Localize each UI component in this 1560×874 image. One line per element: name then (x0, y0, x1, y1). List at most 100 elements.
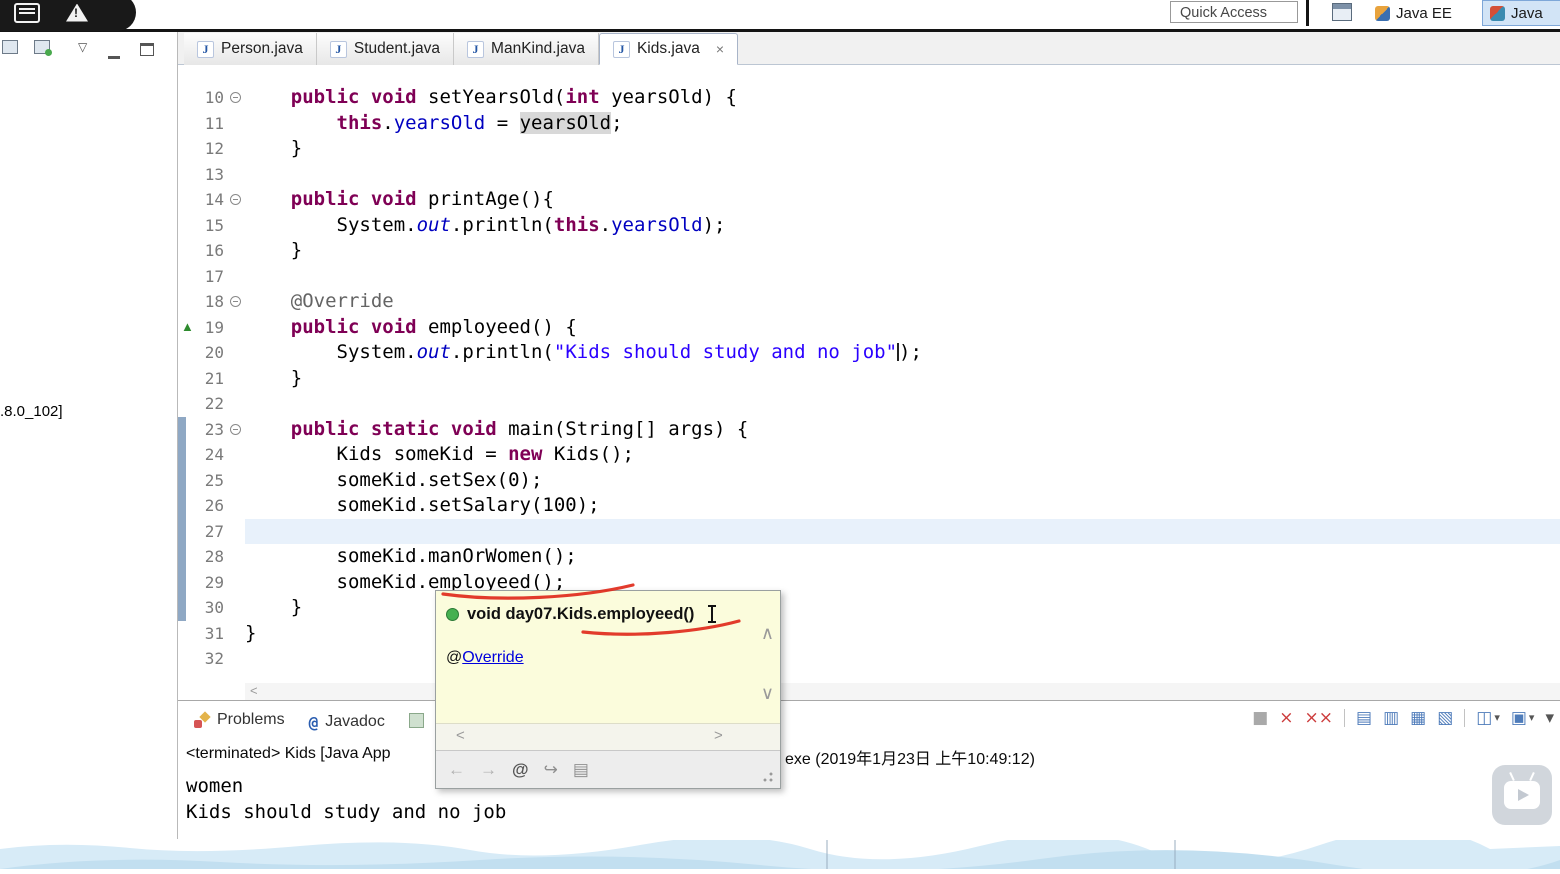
remove-launch-icon[interactable]: × (1279, 708, 1293, 728)
recorder-display-icon[interactable] (14, 2, 40, 23)
scroll-up-icon[interactable]: ∧ (761, 623, 774, 644)
terminate-icon[interactable]: ■ (1252, 708, 1268, 728)
code-lines: 10 public void setYearsOld(int yearsOld)… (178, 85, 1560, 672)
editor-area[interactable]: J Person.java J Student.java J ManKind.java J K… (178, 32, 1560, 700)
code-line-14: 14 public void printAge(){ (178, 187, 1560, 213)
code-line-32: 32 (178, 646, 1560, 672)
view-menu-icon[interactable]: ▾ (1545, 708, 1554, 728)
package-explorer-panel: ▽ .8.0_102] (0, 32, 178, 839)
console-toolbar: ■ × ×× ▤ ▥ ▦ ▧ ◫ ▾ ▣ ▾ ▾ (1252, 708, 1554, 728)
code-text[interactable]: System.out.println(this.yearsOld); (245, 213, 726, 239)
editor-tab-kids-java[interactable]: J Kids.java × (598, 33, 739, 65)
code-text[interactable]: someKid.manOrWomen(); (245, 544, 577, 570)
code-text[interactable]: System.out.println("Kids should study an… (245, 340, 922, 366)
code-text[interactable]: public void setYearsOld(int yearsOld) { (245, 85, 737, 111)
console-tab-declaration[interactable] (397, 703, 436, 737)
line-number: 14 (204, 190, 224, 209)
scroll-right-icon[interactable]: > (714, 727, 723, 744)
resize-grip[interactable] (762, 771, 774, 783)
code-line-29: 29 someKid.employeed(); (178, 569, 1560, 595)
console-tab-javadoc[interactable]: @ Javadoc (297, 705, 397, 739)
fold-collapse-icon[interactable] (230, 423, 241, 435)
code-text[interactable]: Kids someKid = new Kids(); (245, 442, 634, 468)
perspective-java-label: Java (1511, 4, 1543, 22)
forward-icon[interactable]: → (480, 760, 497, 780)
scroll-left-icon[interactable]: < (456, 727, 465, 744)
view-menu-chevron-icon[interactable]: ▽ (78, 40, 87, 54)
code-line-21: 21 } (178, 366, 1560, 392)
perspective-java-ee-button[interactable]: Java EE (1368, 0, 1459, 26)
open-in-view-icon[interactable]: ▤ (573, 760, 589, 780)
javadoc-hover-popup: void day07.Kids.employeed() @Override ∧ … (435, 590, 781, 789)
code-line-15: 15 System.out.println(this.yearsOld); (178, 213, 1560, 239)
video-player-watermark[interactable] (1492, 765, 1552, 825)
show-javadoc-icon[interactable]: @ (512, 760, 529, 780)
code-line-26: 26 someKid.setSalary(100); (178, 493, 1560, 519)
scroll-lock-icon[interactable]: ▥ (1383, 708, 1399, 728)
word-wrap-icon[interactable]: ▦ (1410, 708, 1426, 728)
line-number: 23 (204, 419, 224, 439)
java-file-icon: J (197, 40, 214, 58)
line-number: 10 (204, 88, 224, 107)
code-text[interactable]: } (245, 366, 302, 392)
override-link[interactable]: Override (462, 649, 523, 666)
code-text[interactable]: } (245, 136, 302, 162)
line-number: 25 (204, 470, 224, 490)
link-with-editor-icon[interactable] (34, 40, 52, 59)
perspective-java-button[interactable]: Java (1482, 0, 1560, 26)
java-ee-perspective-icon (1375, 5, 1390, 21)
open-declaration-icon[interactable]: ↪ (544, 760, 558, 780)
editor-tab-mankind-java[interactable]: J ManKind.java (454, 33, 599, 65)
fold-collapse-icon[interactable] (230, 194, 241, 205)
fold-collapse-icon[interactable] (230, 296, 241, 307)
open-perspective-icon[interactable] (1332, 3, 1352, 21)
console-output-line: Kids should study and no job (186, 801, 507, 823)
popup-footer-toolbar: ← → @ ↪ ▤ (436, 750, 780, 788)
code-text[interactable]: } (245, 621, 256, 647)
recorder-warning-icon[interactable] (66, 3, 88, 22)
console-tab-problems[interactable]: Problems (182, 703, 297, 737)
quick-access-box[interactable]: Quick Access (1170, 1, 1298, 23)
popup-horizontal-scrollbar[interactable]: < > (436, 723, 780, 750)
code-line-13: 13 (178, 162, 1560, 188)
code-text[interactable]: someKid.setSex(0); (245, 468, 543, 494)
code-text[interactable]: this.yearsOld = yearsOld; (245, 111, 623, 137)
java-perspective-icon (1490, 5, 1505, 21)
back-icon[interactable]: ← (448, 760, 465, 780)
console-tab-bar: Problems @ Javadoc (182, 703, 436, 739)
clear-console-icon[interactable]: ▤ (1356, 708, 1372, 728)
line-number: 30 (204, 598, 224, 617)
editor-tab-student-java[interactable]: J Student.java (316, 33, 455, 65)
code-text[interactable]: @Override (245, 289, 394, 315)
line-number: 13 (204, 164, 224, 184)
line-number: 27 (204, 521, 224, 541)
editor-tab-person-java[interactable]: J Person.java (184, 33, 317, 65)
collapse-all-icon[interactable] (2, 40, 18, 59)
code-text[interactable]: public static void main(String[] args) { (245, 417, 749, 443)
code-text[interactable]: public void printAge(){ (245, 187, 554, 213)
line-number: 24 (204, 445, 224, 464)
override-annotation: @Override (446, 649, 524, 666)
tv-icon (1504, 781, 1540, 809)
scroll-down-icon[interactable]: ∨ (761, 683, 774, 704)
code-text[interactable]: } (245, 238, 302, 264)
code-text[interactable]: public void employeed() { (245, 315, 577, 341)
toolbar-separator (1306, 0, 1309, 26)
fold-collapse-icon[interactable] (230, 92, 241, 103)
pin-console-icon[interactable]: ▧ (1437, 708, 1453, 728)
jre-library-label-fragment: .8.0_102] (0, 403, 63, 420)
signature-emphasis: Kids.employeed (556, 605, 684, 623)
display-console-icon[interactable]: ◫ ▾ (1476, 708, 1500, 728)
minimize-view-icon[interactable] (108, 46, 120, 64)
remove-all-launches-icon[interactable]: ×× (1305, 708, 1334, 728)
code-area[interactable]: 10 public void setYearsOld(int yearsOld)… (178, 65, 1560, 700)
maximize-view-icon[interactable] (140, 43, 154, 61)
close-tab-icon[interactable]: × (716, 41, 724, 57)
line-number: 31 (204, 623, 224, 643)
code-text[interactable]: someKid.setSalary(100); (245, 493, 600, 519)
code-text[interactable]: } (245, 595, 302, 621)
video-wave-band (0, 828, 1560, 874)
scroll-left-icon[interactable]: < (250, 683, 258, 698)
text-cursor-icon (708, 605, 716, 623)
open-console-icon[interactable]: ▣ ▾ (1511, 708, 1535, 728)
